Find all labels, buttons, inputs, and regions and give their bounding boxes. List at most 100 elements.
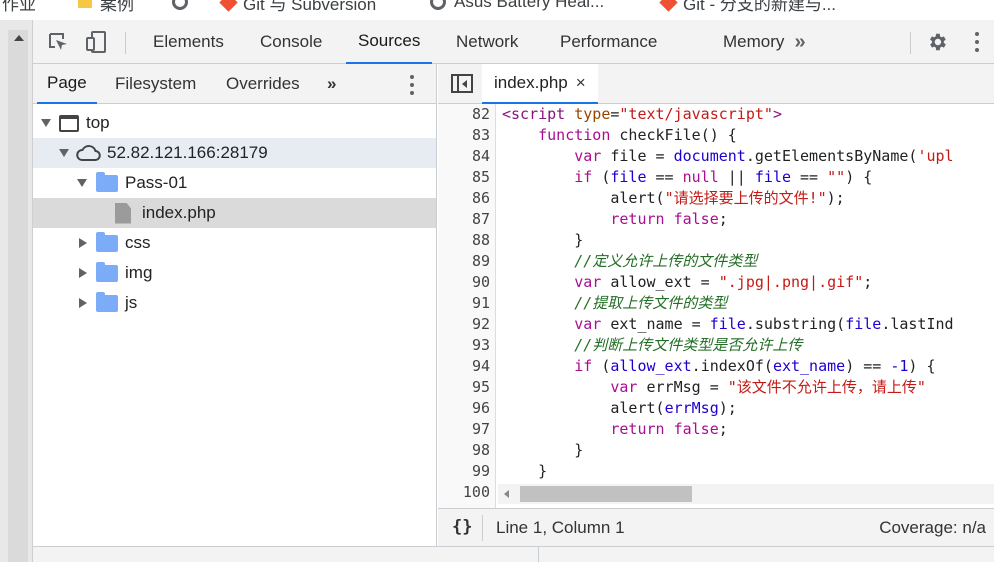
line-number: 98 [471, 441, 490, 459]
tree-item-index-php[interactable]: index.php [33, 198, 436, 228]
code-line: var allow_ext = ".jpg|.png|.gif"; [574, 273, 873, 291]
editor-tab-label: index.php [494, 73, 568, 92]
tree-item-host[interactable]: 52.82.121.166:28179 [33, 138, 436, 168]
bookmark-git-svn[interactable]: Git 与 Subversion [219, 0, 376, 14]
line-number: 83 [471, 126, 490, 144]
collapse-arrow-icon[interactable] [79, 268, 87, 278]
scroll-left-icon[interactable] [504, 490, 509, 498]
scroll-track[interactable] [8, 30, 28, 562]
kebab-icon [410, 75, 414, 95]
more-tabs-button[interactable]: » [785, 20, 815, 64]
expand-arrow-icon[interactable] [41, 119, 51, 127]
left-edge-scrollbar[interactable] [0, 20, 33, 562]
line-number: 92 [471, 315, 490, 333]
gear-icon [930, 33, 946, 51]
inspect-icon [49, 33, 67, 50]
tab-memory[interactable]: Memory [711, 20, 796, 64]
scroll-up-icon[interactable] [14, 35, 24, 41]
line-number: 93 [471, 336, 490, 354]
scrollbar-thumb[interactable] [520, 486, 692, 502]
customize-menu-button[interactable] [965, 20, 989, 64]
code-line: alert(errMsg); [610, 399, 737, 417]
bookmarks-bar: 作业 案例 Git 与 Subversion Asus Battery Heal… [0, 0, 994, 20]
tab-console[interactable]: Console [248, 20, 334, 64]
line-number: 84 [471, 147, 490, 165]
collapse-arrow-icon[interactable] [79, 298, 87, 308]
frame-icon [59, 114, 79, 132]
editor-tabbar: index.php × [438, 64, 994, 104]
file-icon [115, 202, 131, 224]
tab-elements[interactable]: Elements [141, 20, 236, 64]
code-line: //判断上传文件类型是否允许上传 [574, 336, 803, 354]
tree-item-js[interactable]: js [33, 288, 436, 318]
line-number: 97 [471, 420, 490, 438]
horizontal-scrollbar[interactable] [498, 484, 994, 504]
line-number: 99 [471, 462, 490, 480]
tab-page[interactable]: Page [37, 64, 97, 104]
inspect-element-button[interactable] [43, 20, 73, 64]
tree-item-top[interactable]: top [33, 108, 436, 138]
tree-item-label: Pass-01 [125, 173, 188, 192]
editor-status-bar: {} Line 1, Column 1 Coverage: n/a [438, 508, 994, 546]
line-number: 89 [471, 252, 490, 270]
toggle-navigator-icon[interactable] [451, 74, 473, 93]
code-line: var ext_name = file.substring(file.lastI… [574, 315, 954, 333]
tree-item-img[interactable]: img [33, 258, 436, 288]
expand-arrow-icon[interactable] [77, 179, 87, 187]
pane-divider[interactable] [538, 547, 539, 562]
devtools-toolbar: Elements Console Sources Network Perform… [33, 20, 994, 64]
bookmark-blank[interactable] [172, 0, 196, 12]
folder-icon [96, 231, 118, 252]
line-number: 90 [471, 273, 490, 291]
device-toolbar-button[interactable] [81, 20, 111, 64]
kebab-icon [975, 32, 979, 52]
line-number: 91 [471, 294, 490, 312]
bookmark-cases[interactable]: 案例 [78, 0, 134, 14]
tree-item-label: index.php [142, 203, 216, 222]
bookmark-asus-battery[interactable]: Asus Battery Heal... [430, 0, 604, 12]
bookmark-git-branch[interactable]: Git - 分支的新建与... [659, 0, 836, 14]
git-icon [659, 0, 678, 12]
collapse-arrow-icon[interactable] [79, 238, 87, 248]
tree-item-css[interactable]: css [33, 228, 436, 258]
tree-item-label: top [86, 113, 110, 132]
navigator-tabs: Page Filesystem Overrides » [33, 64, 437, 104]
line-number: 88 [471, 231, 490, 249]
tree-item-label: img [125, 263, 153, 282]
line-number: 87 [471, 210, 490, 228]
line-number: 86 [471, 189, 490, 207]
code-line: } [502, 231, 584, 249]
line-number: 96 [471, 399, 490, 417]
editor-tab-index-php[interactable]: index.php × [482, 64, 598, 104]
tab-filesystem[interactable]: Filesystem [105, 64, 206, 104]
tab-network[interactable]: Network [444, 20, 530, 64]
folder-icon [96, 171, 118, 192]
code-line: return false; [610, 420, 728, 438]
line-number: 100 [462, 483, 490, 501]
code-line: if (file == null || file == "") { [574, 168, 873, 186]
code-line: if (allow_ext.indexOf(ext_name) == -1) { [574, 357, 936, 375]
code-line: return false; [610, 210, 728, 228]
pretty-print-button[interactable]: {} [452, 517, 472, 537]
navigator-menu-button[interactable] [405, 74, 419, 96]
tree-item-pass-01[interactable]: Pass-01 [33, 168, 436, 198]
tab-performance[interactable]: Performance [548, 20, 669, 64]
coverage-status[interactable]: Coverage: n/a [879, 518, 986, 538]
settings-button[interactable] [921, 20, 953, 64]
line-number: 82 [471, 105, 490, 123]
cursor-position: Line 1, Column 1 [496, 518, 625, 537]
tab-sources[interactable]: Sources [346, 20, 433, 64]
folder-icon [96, 261, 118, 282]
tab-overrides[interactable]: Overrides [216, 64, 310, 104]
code-line: //提取上传文件的类型 [574, 294, 728, 312]
code-editor[interactable]: 82 <script type="text/javascript"> 83 fun… [438, 104, 994, 508]
close-icon[interactable]: × [576, 73, 586, 93]
expand-arrow-icon[interactable] [59, 149, 69, 157]
git-icon [219, 0, 238, 12]
bottom-pane [33, 546, 994, 562]
toolbar-divider [125, 32, 126, 54]
device-icon [86, 31, 106, 53]
more-navigator-tabs-button[interactable]: » [317, 64, 346, 104]
code-line: } [502, 441, 584, 459]
bookmark-homework[interactable]: 作业 [2, 0, 36, 14]
